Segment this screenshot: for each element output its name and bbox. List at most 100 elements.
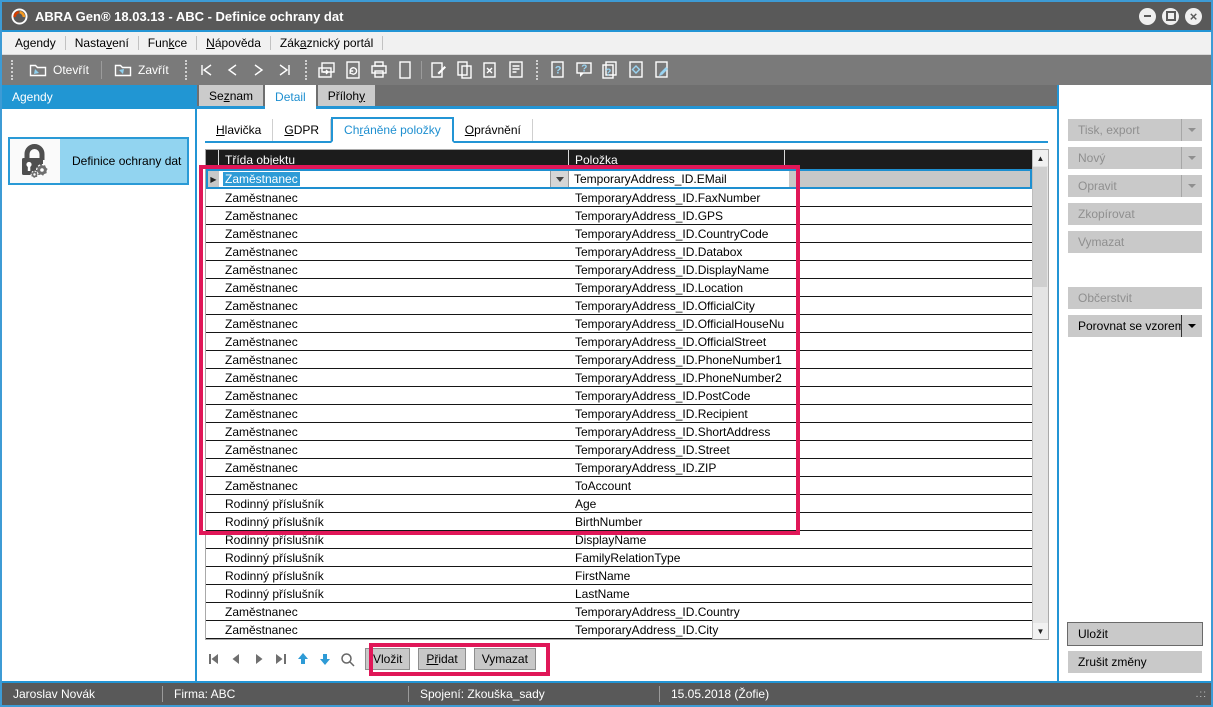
record-nav-button[interactable]: Přidat	[418, 648, 465, 670]
menu-item[interactable]: Funkce	[139, 34, 196, 52]
subtab-chranene-polozky[interactable]: Chráněné položky	[331, 117, 454, 143]
cell-item[interactable]: TemporaryAddress_ID.Country	[569, 605, 785, 619]
first-record-icon[interactable]	[194, 58, 220, 82]
move-down-icon[interactable]	[315, 651, 335, 667]
new-button[interactable]: Nový	[1068, 147, 1202, 169]
subtab-opravneni[interactable]: Oprávnění	[454, 119, 533, 141]
cell-object-class[interactable]: Rodinný příslušník	[219, 515, 569, 529]
column-header-polozka[interactable]: Položka	[569, 150, 785, 169]
copy-button[interactable]: Zkopírovat	[1068, 203, 1202, 225]
move-up-icon[interactable]	[293, 651, 313, 667]
table-row[interactable]: Zaměstnanec TemporaryAddress_ID.ZIP	[206, 459, 1032, 477]
help-topics-icon[interactable]: ?	[597, 58, 623, 82]
next-record-icon[interactable]	[246, 58, 272, 82]
maximize-button[interactable]	[1162, 8, 1179, 25]
prior-record-icon[interactable]	[220, 58, 246, 82]
cancel-changes-button[interactable]: Zrušit změny	[1068, 651, 1202, 673]
nav-next-icon[interactable]	[249, 651, 269, 667]
last-record-icon[interactable]	[272, 58, 298, 82]
cell-object-class[interactable]: Rodinný příslušník	[219, 551, 569, 565]
dropdown-arrow-icon[interactable]	[1181, 175, 1202, 197]
cell-item[interactable]: TemporaryAddress_ID.Street	[569, 443, 785, 457]
cell-object-class[interactable]: Rodinný příslušník	[219, 569, 569, 583]
table-row[interactable]: Rodinný příslušník Age	[206, 495, 1032, 513]
compare-with-template-button[interactable]: Porovnat se vzorem	[1068, 315, 1202, 337]
cell-item[interactable]: TemporaryAddress_ID.Location	[569, 281, 785, 295]
help-diamond-icon[interactable]	[623, 58, 649, 82]
edit-document-icon[interactable]	[425, 58, 451, 82]
cell-object-class[interactable]: Zaměstnanec	[219, 389, 569, 403]
table-row[interactable]: Zaměstnanec TemporaryAddress_ID.Recipien…	[206, 405, 1032, 423]
table-row[interactable]: Zaměstnanec TemporaryAddress_ID.Street	[206, 441, 1032, 459]
table-row[interactable]: Zaměstnanec TemporaryAddress_ID.GPS	[206, 207, 1032, 225]
copy-document-icon[interactable]	[451, 58, 477, 82]
cell-item[interactable]: TemporaryAddress_ID.OfficialStreet	[569, 335, 785, 349]
close-button[interactable]: ×	[1185, 8, 1202, 25]
notes-document-icon[interactable]	[503, 58, 529, 82]
cell-object-class[interactable]: Zaměstnanec	[219, 479, 569, 493]
cell-item[interactable]: TemporaryAddress_ID.PhoneNumber2	[569, 371, 785, 385]
refresh-button[interactable]: Občerstvit	[1068, 287, 1202, 309]
cell-item[interactable]: TemporaryAddress_ID.PhoneNumber1	[569, 353, 785, 367]
cell-item[interactable]: TemporaryAddress_ID.CountryCode	[569, 227, 785, 241]
table-row[interactable]: Zaměstnanec TemporaryAddress_ID.PhoneNum…	[206, 369, 1032, 387]
cell-object-class[interactable]: Zaměstnanec	[219, 335, 569, 349]
edit-button[interactable]: Opravit	[1068, 175, 1202, 197]
cell-item[interactable]: TemporaryAddress_ID.DisplayName	[569, 263, 785, 277]
tab-detail[interactable]: Detail	[265, 85, 316, 109]
nav-prior-icon[interactable]	[227, 651, 247, 667]
cell-item[interactable]: FamilyRelationType	[569, 551, 785, 565]
cell-item[interactable]: DisplayName	[569, 533, 785, 547]
resize-grip[interactable]: .::	[1196, 689, 1207, 700]
table-row[interactable]: Zaměstnanec TemporaryAddress_ID.CountryC…	[206, 225, 1032, 243]
cell-item[interactable]: TemporaryAddress_ID.ShortAddress	[569, 425, 785, 439]
cell-object-class[interactable]: Zaměstnanec	[219, 461, 569, 475]
scrollbar-thumb[interactable]	[1033, 167, 1047, 287]
printer-icon[interactable]	[366, 58, 392, 82]
table-row[interactable]: Rodinný příslušník FirstName	[206, 567, 1032, 585]
cell-object-class[interactable]: Zaměstnanec	[219, 605, 569, 619]
menu-item[interactable]: Nastavení	[66, 34, 138, 52]
cell-item[interactable]: Age	[569, 497, 785, 511]
tab-seznam[interactable]: Seznam	[199, 85, 263, 106]
refresh-icon[interactable]	[340, 58, 366, 82]
print-export-button[interactable]: Tisk, export	[1068, 119, 1202, 141]
table-row[interactable]: Zaměstnanec TemporaryAddress_ID.DisplayN…	[206, 261, 1032, 279]
table-row[interactable]: Rodinný příslušník LastName	[206, 585, 1032, 603]
cell-item[interactable]: TemporaryAddress_ID.PostCode	[569, 389, 785, 403]
subtab-hlavicka[interactable]: Hlavička	[205, 119, 273, 141]
cell-item[interactable]: TemporaryAddress_ID.OfficialCity	[569, 299, 785, 313]
cell-object-class[interactable]: Rodinný příslušník	[219, 587, 569, 601]
cell-item[interactable]: TemporaryAddress_ID.Databox	[569, 245, 785, 259]
table-row[interactable]: Zaměstnanec TemporaryAddress_ID.City	[206, 621, 1032, 639]
cell-object-class[interactable]: Rodinný příslušník	[219, 497, 569, 511]
record-nav-button[interactable]: Vložit	[365, 648, 410, 670]
cell-object-class[interactable]: Zaměstnanec	[219, 227, 569, 241]
cell-item[interactable]: FirstName	[569, 569, 785, 583]
cell-item[interactable]: ToAccount	[569, 479, 785, 493]
cell-item[interactable]: TemporaryAddress_ID.ZIP	[569, 461, 785, 475]
cell-object-class[interactable]: Zaměstnanec	[219, 317, 569, 331]
switch-agenda-icon[interactable]	[314, 58, 340, 82]
menu-item[interactable]: Agendy	[6, 34, 65, 52]
cell-object-class[interactable]: Zaměstnanec	[219, 425, 569, 439]
table-row[interactable]: Zaměstnanec TemporaryAddress_ID.Databox	[206, 243, 1032, 261]
cell-object-class[interactable]: Zaměstnanec	[219, 353, 569, 367]
table-row[interactable]: Zaměstnanec TemporaryAddress_ID.Country	[206, 603, 1032, 621]
table-row[interactable]: Rodinný příslušník BirthNumber	[206, 513, 1032, 531]
item-edit-field[interactable]: TemporaryAddress_ID.EMail	[568, 171, 789, 187]
subtab-gdpr[interactable]: GDPR	[273, 119, 331, 141]
selected-table-row[interactable]: ▶ Zaměstnanec TemporaryAddress_ID.EMail	[206, 169, 1032, 189]
scroll-up-icon[interactable]: ▲	[1033, 150, 1048, 166]
combobox-dropdown-button[interactable]	[550, 171, 568, 187]
delete-button[interactable]: Vymazat	[1068, 231, 1202, 253]
cross-document-icon[interactable]	[477, 58, 503, 82]
menu-item[interactable]: Zákaznický portál	[271, 34, 382, 52]
nav-first-icon[interactable]	[205, 651, 225, 667]
cell-item[interactable]: TemporaryAddress_ID.City	[569, 623, 785, 637]
cell-item[interactable]: TemporaryAddress_ID.FaxNumber	[569, 191, 785, 205]
table-row[interactable]: Zaměstnanec ToAccount	[206, 477, 1032, 495]
feedback-edit-icon[interactable]	[649, 58, 675, 82]
help-icon[interactable]: ?	[545, 58, 571, 82]
cell-object-class[interactable]: Zaměstnanec	[219, 191, 569, 205]
